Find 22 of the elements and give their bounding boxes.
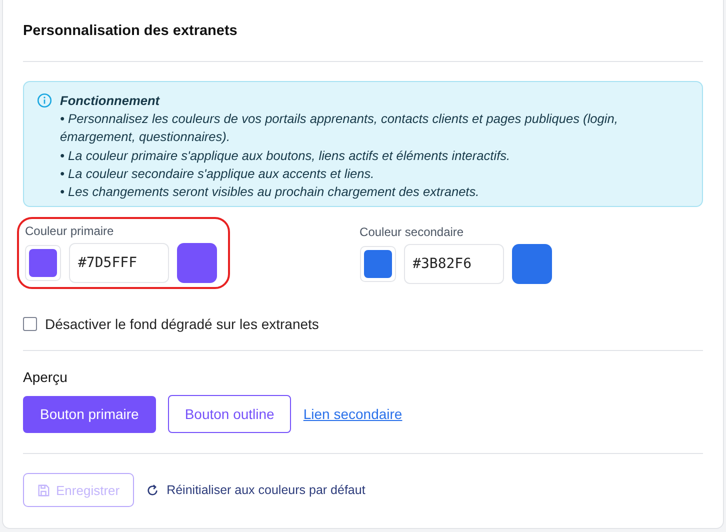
secondary-link[interactable]: Lien secondaire [303, 406, 402, 422]
field-label: Couleur primaire [25, 224, 115, 238]
reset-link[interactable]: Réinitialiser aux couleurs par défaut [146, 483, 366, 497]
checkbox-label: Désactiver le fond dégradé sur les extranets [45, 316, 319, 332]
outline-button[interactable]: Bouton outline [168, 395, 292, 433]
info-text: • La couleur primaire s'applique aux boutons, liens actifs et éléments interactifs. [60, 146, 512, 165]
field-label: Couleur secondaire [360, 225, 465, 239]
checkbox[interactable] [23, 317, 37, 331]
info-icon [37, 93, 52, 108]
info-text: • La couleur secondaire s'applique aux accents et liens. [60, 164, 376, 183]
color-picker[interactable] [25, 245, 61, 281]
primary-button[interactable]: Bouton primaire [23, 396, 156, 432]
info-text: • Les changements seront visibles au prochain chargement des extranets. [60, 183, 480, 202]
info-heading: Fonctionnement [60, 92, 161, 110]
color-picker[interactable] [360, 246, 396, 282]
refresh-icon [146, 484, 159, 496]
hex-input[interactable]: #7D5FFF [69, 243, 169, 283]
section-title: Personnalisation des extranets [23, 22, 238, 41]
preview-heading: Aperçu [23, 369, 68, 385]
floppy-icon [37, 484, 50, 496]
hex-input[interactable]: #3B82F6 [404, 244, 504, 284]
info-text: • Personnalisez les couleurs de vos portails apprenants, contacts clients et pages publiques (login, émargement, questionnaires). [60, 110, 619, 146]
